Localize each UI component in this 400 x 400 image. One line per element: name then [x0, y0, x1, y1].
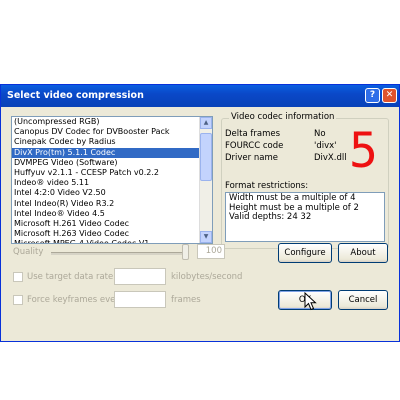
configure-button[interactable]: Configure: [278, 243, 332, 263]
driver-name-value: DivX.dll: [314, 153, 347, 163]
quality-label: Quality: [13, 247, 44, 257]
target-data-rate-input[interactable]: [114, 268, 166, 285]
scroll-thumb[interactable]: [200, 133, 212, 181]
codec-list-item[interactable]: Microsoft H.261 Video Codec: [12, 219, 212, 229]
title-bar: Select video compression ? ✕: [1, 85, 399, 107]
keyframes-interval-input[interactable]: [114, 291, 166, 308]
force-keyframes-label: Force keyframes every: [27, 295, 124, 305]
force-keyframes-checkbox[interactable]: [13, 295, 23, 305]
codec-list-item[interactable]: Intel Indeo(R) Video R3.2: [12, 199, 212, 209]
codec-list-item[interactable]: Cinepak Codec by Radius: [12, 137, 212, 147]
target-data-rate-checkbox[interactable]: [13, 272, 23, 282]
codec-list[interactable]: (Uncompressed RGB) Canopus DV Codec for D…: [11, 116, 213, 244]
help-button[interactable]: ?: [365, 88, 380, 103]
codec-list-item[interactable]: (Uncompressed RGB): [12, 117, 212, 127]
format-restrictions-label: Format restrictions:: [225, 181, 309, 191]
codec-list-item[interactable]: Intel Indeo® Video 4.5: [12, 209, 212, 219]
codec-list-item[interactable]: Huffyuv v2.1.1 - CCESP Patch v0.2.2: [12, 168, 212, 178]
scroll-down-icon[interactable]: ▼: [200, 231, 212, 243]
delta-frames-value: No: [314, 129, 326, 139]
about-button[interactable]: About: [338, 243, 388, 263]
codec-info-group-label: Video codec information: [229, 112, 337, 122]
codec-list-item[interactable]: Canopus DV Codec for DVBooster Pack: [12, 127, 212, 137]
quality-slider-thumb[interactable]: [182, 244, 189, 260]
quality-slider-track[interactable]: [51, 252, 189, 255]
restriction-line: Valid depths: 24 32: [229, 212, 312, 222]
delta-frames-label: Delta frames: [225, 129, 281, 139]
fourcc-value: 'divx': [314, 141, 337, 151]
scroll-up-icon[interactable]: ▲: [200, 117, 212, 129]
data-rate-unit-label: kilobytes/second: [171, 272, 243, 282]
fourcc-label: FOURCC code: [225, 141, 284, 151]
close-button[interactable]: ✕: [382, 88, 397, 103]
window-title: Select video compression: [7, 90, 144, 101]
target-data-rate-label: Use target data rate of: [27, 272, 125, 282]
codec-list-item[interactable]: Indeo® video 5.11: [12, 178, 212, 188]
mouse-cursor-icon: [304, 292, 317, 311]
cancel-button[interactable]: Cancel: [338, 290, 388, 310]
codec-list-item[interactable]: Microsoft H.263 Video Codec: [12, 229, 212, 239]
video-compression-dialog: Select video compression ? ✕ (Uncompress…: [0, 84, 400, 342]
keyframes-unit-label: frames: [171, 295, 201, 305]
codec-version-digit: 5: [349, 123, 378, 179]
codec-list-item[interactable]: DVMPEG Video (Software): [12, 158, 212, 168]
codec-list-scrollbar[interactable]: ▲ ▼: [199, 117, 212, 243]
format-restrictions-box: Width must be a multiple of 4 Height mus…: [225, 192, 385, 242]
codec-list-item[interactable]: Intel 4:2:0 Video V2.50: [12, 188, 212, 198]
codec-list-item[interactable]: DivX Pro(tm) 5.1.1 Codec: [12, 147, 212, 158]
driver-name-label: Driver name: [225, 153, 278, 163]
quality-value-field[interactable]: 100: [197, 244, 225, 259]
